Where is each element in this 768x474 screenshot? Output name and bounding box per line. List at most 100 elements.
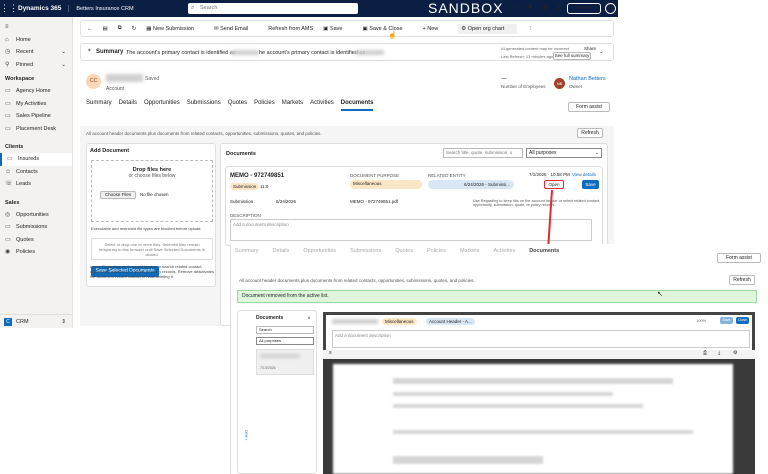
save-document-button[interactable]: Save (582, 180, 599, 189)
purpose-filter-select[interactable]: All purposes (256, 337, 314, 345)
global-search-input[interactable]: ⌕ Search (188, 3, 358, 14)
plus-icon[interactable]: + (513, 0, 517, 17)
documents-search-input[interactable]: Search title, quote, submission, o (443, 148, 523, 158)
user-avatar[interactable]: NB (605, 3, 616, 14)
purpose-select[interactable]: Miscellaneous (350, 180, 422, 189)
sidebar-item-submissions[interactable]: ▭ Submissions (0, 221, 72, 234)
open-button[interactable]: Open (544, 180, 564, 189)
purpose-filter-select[interactable]: All purposes ⌄ (526, 148, 602, 158)
sidebar-item-label: Placement Desk (16, 125, 57, 132)
form-assist-button[interactable]: Form assist (568, 102, 610, 112)
download-icon[interactable]: ⤓ (718, 350, 720, 356)
refresh-button[interactable]: Refresh (729, 275, 755, 285)
save-button[interactable]: ▣ Save (323, 26, 352, 32)
new-submission-button[interactable]: ▦ New Submission (146, 26, 204, 32)
more-options-icon[interactable]: ⋮ (527, 26, 533, 32)
purpose-pill[interactable]: Miscellaneous (382, 318, 417, 325)
close-button[interactable]: Close (736, 317, 749, 324)
chevron-down-icon[interactable]: ⌄ (599, 49, 604, 55)
tab-summary[interactable]: Summary (86, 100, 112, 111)
tab-policies[interactable]: Policies (254, 100, 275, 111)
tab-details[interactable]: Details (119, 100, 137, 111)
form-assist-button[interactable]: Form assist (717, 253, 761, 263)
refresh-from-ams-button[interactable]: Refresh from AMS (268, 26, 313, 32)
description-textarea[interactable]: Add a document description (332, 330, 750, 348)
related-entity-label: Related entity (428, 173, 466, 178)
view-details-link[interactable]: View details (572, 172, 596, 177)
hamburger-icon[interactable]: ≡ (0, 21, 72, 34)
app-name[interactable]: Betters Insurance CRM (69, 6, 133, 12)
form-icon[interactable]: ▤ (103, 26, 108, 32)
app-launcher-icon[interactable]: ⋮⋮ (0, 3, 18, 14)
document-viewer: ≡ ⎙ ⤓ ⚙ (323, 350, 755, 474)
sidebar-item-contacts[interactable]: ☺ Contacts (0, 166, 72, 179)
sidebar-item-policies[interactable]: ◉ Policies (0, 246, 72, 259)
sidebar-item-label: Insureds (18, 156, 40, 162)
blurred-line (393, 404, 643, 408)
zoom-level[interactable]: 100% (696, 318, 706, 323)
sidebar-item-label: Recent (16, 49, 34, 55)
back-icon[interactable]: ← (87, 26, 93, 32)
tab-submissions[interactable]: Submissions (350, 248, 381, 254)
pdf-page (333, 364, 733, 474)
tab-policies[interactable]: Policies (427, 248, 446, 254)
file-drop-zone[interactable]: Drop files here or choose files below Ch… (91, 160, 213, 222)
tab-summary[interactable]: Summary (235, 248, 259, 254)
tab-markets[interactable]: Markets (460, 248, 480, 254)
sidebar-item-sales-pipeline[interactable]: ▭ Sales Pipeline (0, 110, 72, 123)
help-icon[interactable]: ? (557, 0, 561, 17)
sidebar-item-home[interactable]: ⌂ Home (0, 34, 72, 47)
tab-opportunities[interactable]: Opportunities (144, 100, 180, 111)
sidebar-item-agency-home[interactable]: ▭ Agency Home (0, 85, 72, 98)
list-item[interactable]: 7/10/2026 (256, 349, 314, 375)
tab-documents[interactable]: Documents (529, 248, 559, 254)
description-textarea[interactable]: Add a document description (230, 219, 592, 241)
tab-quotes[interactable]: Quotes (395, 248, 413, 254)
owner-link[interactable]: Nathan Betters (569, 76, 606, 82)
tab-submissions[interactable]: Submissions (187, 100, 221, 111)
sidebar-item-insureds[interactable]: ▭ Insureds (0, 153, 72, 166)
copilot-button[interactable]: Copilot (567, 3, 601, 14)
sidebar-item-pinned[interactable]: ⚲ Pinned ⌄ (0, 59, 72, 72)
tab-details[interactable]: Details (273, 248, 290, 254)
tab-activities[interactable]: Activities (310, 100, 334, 111)
tab-quotes[interactable]: Quotes (228, 100, 247, 111)
sidebar-item-opportunities[interactable]: ◎ Opportunities (0, 209, 72, 222)
popout-icon[interactable]: ⧉ (118, 25, 122, 32)
related-entity-lookup[interactable]: 6/24/2026 - Submissi... (428, 180, 514, 189)
area-switcher[interactable]: C CRM ⇕ (0, 314, 72, 328)
gear-icon[interactable]: ⚙ (542, 0, 548, 17)
share-button[interactable]: Share (584, 46, 596, 51)
sidebar-item-my-activities[interactable]: ▭ My Activities (0, 98, 72, 111)
add-label[interactable]: + Add (244, 430, 249, 440)
sidebar-item-quotes[interactable]: ▭ Quotes (0, 234, 72, 247)
save-button[interactable]: Save (720, 317, 733, 324)
tab-opportunities[interactable]: Opportunities (303, 248, 336, 254)
sidebar-item-recent[interactable]: ◷ Recent ⌄ (0, 46, 72, 59)
last-refresh: Last Refresh: 13 minutes ago (501, 54, 554, 59)
print-icon[interactable]: ⎙ (703, 350, 707, 356)
button-label: Send Email (220, 25, 249, 32)
tab-markets[interactable]: Markets (282, 100, 303, 111)
see-full-summary-button[interactable]: See full summary (553, 52, 591, 60)
lightbulb-icon[interactable]: ◌ (500, 0, 504, 17)
sidebar-item-leads[interactable]: ☏ Leads (0, 178, 72, 191)
filter-icon[interactable]: ⧩ (526, 0, 532, 17)
open-org-chart-button[interactable]: ⚙ Open org chart (458, 23, 518, 34)
sidebar-item-placement-desk[interactable]: ▭ Placement Desk (0, 123, 72, 136)
purpose-label: Document purpose (350, 173, 400, 178)
tab-documents[interactable]: Documents (340, 100, 374, 111)
tab-activities[interactable]: Activities (494, 248, 516, 254)
related-entity-pill[interactable]: Account Header - A... (426, 318, 475, 325)
record-avatar: CC (86, 74, 101, 89)
send-email-button[interactable]: ✉ Send Email (214, 26, 258, 32)
choose-files-button[interactable]: Choose Files (100, 191, 136, 199)
refresh-button[interactable]: Refresh (577, 128, 603, 138)
settings-icon[interactable]: ⚙ (733, 350, 737, 356)
refresh-icon[interactable]: ↻ (132, 26, 137, 32)
policy-icon: ◉ (5, 249, 11, 255)
search-input[interactable]: Search (256, 326, 314, 334)
product-name[interactable]: Dynamics 365 (18, 5, 70, 12)
menu-icon[interactable]: ≡ (329, 350, 332, 356)
new-button[interactable]: + New (423, 26, 449, 32)
